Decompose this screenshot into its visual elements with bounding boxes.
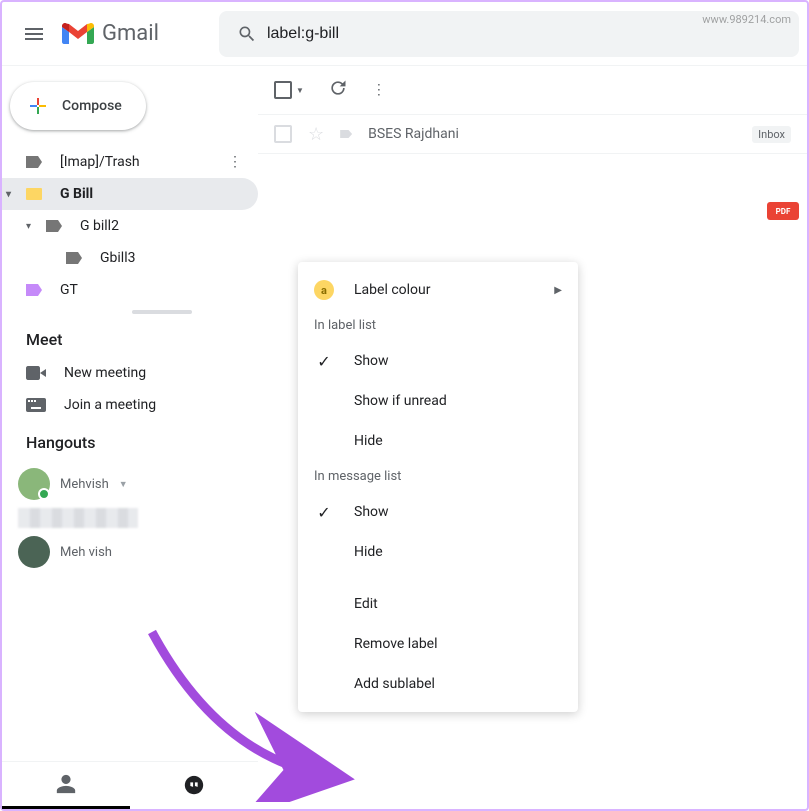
- label-text: G Bill: [60, 186, 93, 202]
- menu-add-sublabel[interactable]: Add sublabel: [298, 664, 578, 704]
- new-meeting-label: New meeting: [64, 365, 146, 381]
- menu-section-header: In label list: [298, 310, 578, 341]
- check-icon: ✓: [314, 352, 334, 371]
- star-icon[interactable]: ☆: [308, 124, 324, 145]
- label-more-button[interactable]: ⋮: [224, 150, 246, 174]
- hangouts-tab[interactable]: [130, 762, 258, 809]
- scroll-indicator: [132, 310, 192, 314]
- menu-remove-label[interactable]: Remove label: [298, 624, 578, 664]
- hangouts-contact[interactable]: [18, 508, 258, 528]
- check-icon: ✓: [314, 503, 334, 522]
- colour-swatch-icon: a: [314, 280, 334, 300]
- label-icon: [26, 156, 42, 168]
- menu-show[interactable]: ✓ Show: [298, 341, 578, 381]
- app-header: Gmail: [2, 2, 807, 66]
- new-meeting-button[interactable]: New meeting: [2, 357, 258, 389]
- contacts-tab[interactable]: [2, 762, 130, 809]
- join-meeting-label: Join a meeting: [64, 397, 156, 413]
- expand-icon[interactable]: ▾: [6, 189, 26, 200]
- select-all-checkbox[interactable]: [274, 81, 292, 99]
- main-menu-button[interactable]: [10, 10, 58, 58]
- sidebar-label-gt[interactable]: GT: [2, 274, 258, 306]
- watermark-text: www.989214.com: [702, 13, 791, 26]
- avatar-icon: [18, 536, 50, 568]
- hangouts-section-title: Hangouts: [2, 421, 258, 460]
- hangouts-contact[interactable]: Meh vish: [18, 536, 258, 568]
- email-checkbox[interactable]: [274, 125, 292, 143]
- menu-hide[interactable]: Hide: [298, 421, 578, 461]
- menu-label-colour[interactable]: a Label colour ▶: [298, 270, 578, 310]
- email-sender: BSES Rajdhani: [368, 126, 736, 142]
- label-text: [Imap]/Trash: [60, 154, 140, 170]
- menu-show-if-unread[interactable]: Show if unread: [298, 381, 578, 421]
- menu-show-message[interactable]: ✓ Show: [298, 492, 578, 532]
- keyboard-icon: [26, 398, 46, 412]
- menu-label: Hide: [354, 433, 383, 449]
- menu-label: Hide: [354, 544, 383, 560]
- more-button[interactable]: ⋮: [372, 82, 386, 98]
- menu-label: Show if unread: [354, 393, 447, 409]
- sidebar: Compose [Imap]/Trash ⋮ ▾ G Bill ▾ G bill…: [2, 66, 258, 809]
- sidebar-label-g-bill[interactable]: ▾ G Bill: [2, 178, 258, 210]
- gmail-logo-text: Gmail: [102, 21, 159, 46]
- menu-label: Add sublabel: [354, 676, 435, 692]
- compose-label: Compose: [62, 98, 122, 114]
- refresh-icon: [328, 78, 348, 98]
- folder-icon: [26, 188, 42, 200]
- contact-name: Meh vish: [60, 545, 112, 560]
- email-row[interactable]: ☆ BSES Rajdhani Inbox: [258, 114, 807, 154]
- sidebar-label-imap-trash[interactable]: [Imap]/Trash ⋮: [2, 146, 258, 178]
- blurred-avatar: [18, 508, 138, 528]
- important-marker-icon[interactable]: [340, 130, 352, 138]
- menu-edit[interactable]: Edit: [298, 584, 578, 624]
- label-text: GT: [60, 282, 78, 298]
- label-text: Gbill3: [100, 250, 135, 266]
- chat-bubble-icon: [183, 775, 205, 797]
- label-icon: [66, 252, 82, 264]
- person-icon: [55, 773, 77, 795]
- search-icon[interactable]: [227, 24, 267, 44]
- menu-label: Show: [354, 504, 389, 520]
- pdf-attachment-chip[interactable]: PDF: [767, 202, 799, 220]
- submenu-arrow-icon: ▶: [554, 285, 562, 296]
- label-context-menu: a Label colour ▶ In label list ✓ Show Sh…: [298, 262, 578, 712]
- avatar-icon: [18, 468, 50, 500]
- refresh-button[interactable]: [328, 78, 348, 102]
- sidebar-label-g-bill2[interactable]: ▾ G bill2: [2, 210, 258, 242]
- label-icon: [26, 284, 42, 296]
- meet-section-title: Meet: [2, 318, 258, 357]
- select-dropdown-icon[interactable]: ▼: [296, 86, 304, 95]
- gmail-logo-icon: [62, 22, 94, 46]
- join-meeting-button[interactable]: Join a meeting: [2, 389, 258, 421]
- menu-label: Remove label: [354, 636, 438, 652]
- menu-label: Show: [354, 353, 389, 369]
- dropdown-caret-icon[interactable]: ▼: [119, 479, 128, 490]
- hamburger-icon: [22, 22, 46, 46]
- hangouts-contact[interactable]: Mehvish ▼: [18, 468, 258, 500]
- contact-name: Mehvish: [60, 477, 109, 492]
- camera-icon: [26, 366, 46, 380]
- sidebar-label-gbill3[interactable]: Gbill3: [2, 242, 258, 274]
- plus-icon: [26, 94, 50, 118]
- compose-button[interactable]: Compose: [10, 82, 146, 130]
- menu-hide-message[interactable]: Hide: [298, 532, 578, 572]
- label-text: G bill2: [80, 218, 119, 234]
- gmail-logo[interactable]: Gmail: [62, 21, 159, 46]
- menu-section-header: In message list: [298, 461, 578, 492]
- hangouts-bottom-bar: [2, 761, 258, 809]
- label-icon: [46, 220, 62, 232]
- menu-label: Edit: [354, 596, 378, 612]
- inbox-badge: Inbox: [752, 126, 791, 143]
- expand-icon[interactable]: ▾: [26, 221, 46, 232]
- search-input[interactable]: [267, 25, 791, 43]
- menu-label: Label colour: [354, 282, 430, 298]
- mail-toolbar: ▼ ⋮: [258, 66, 807, 114]
